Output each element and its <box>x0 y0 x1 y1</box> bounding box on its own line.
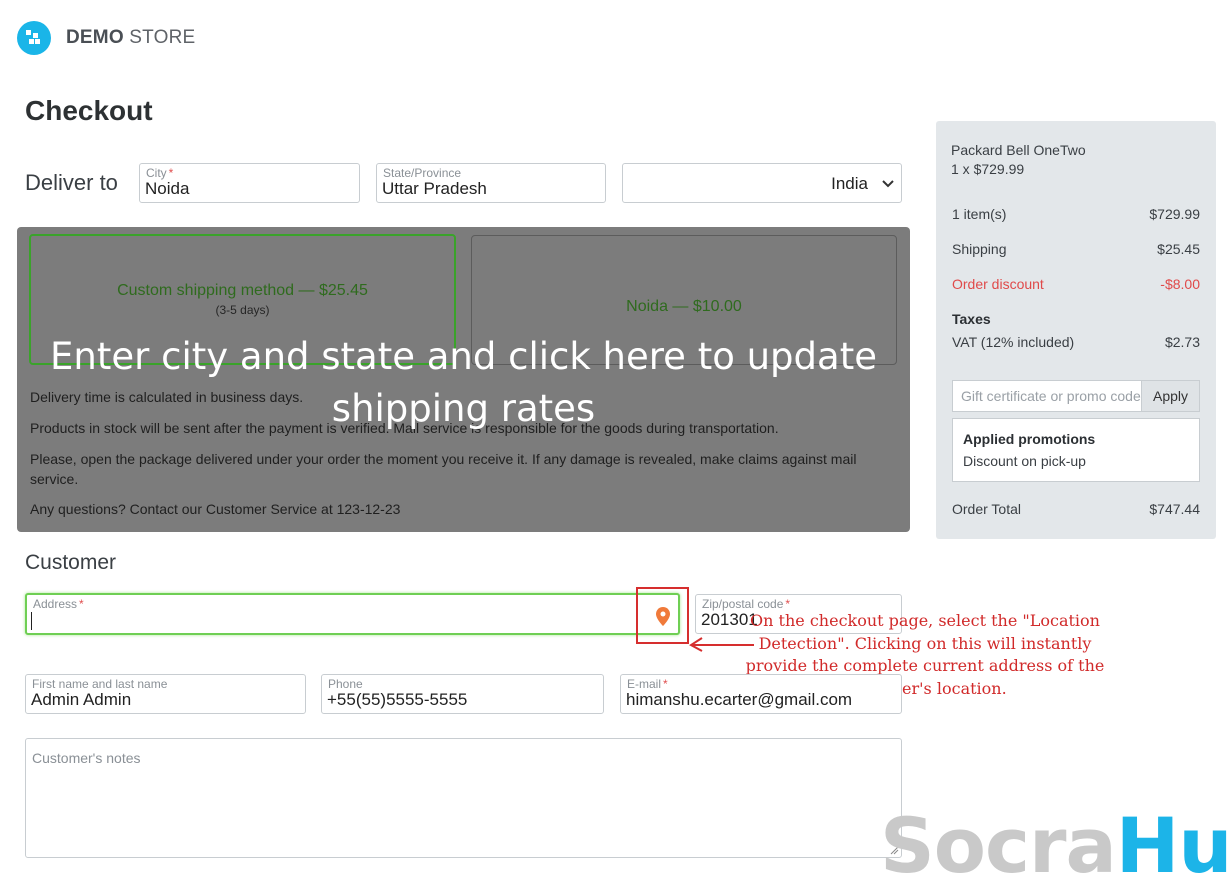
name-label: First name and last name <box>32 677 168 691</box>
city-label: City * <box>146 166 174 180</box>
shipping-method-name: Noida — $10.00 <box>626 298 742 315</box>
taxes-heading: Taxes <box>952 311 991 327</box>
store-logo-text[interactable]: DEMO STORE <box>66 27 195 49</box>
chevron-down-icon <box>882 180 894 188</box>
phone-field[interactable]: Phone +55(55)5555-5555 <box>321 674 604 714</box>
product-name[interactable]: Packard Bell OneTwo <box>951 142 1200 158</box>
applied-promotions: Applied promotions Discount on pick-up <box>952 418 1200 482</box>
shipping-row: Shipping $25.45 <box>952 241 1200 257</box>
shipping-note: Any questions? Contact our Customer Serv… <box>30 501 401 517</box>
socrahub-watermark: SocraHub <box>880 801 1231 890</box>
country-value: India <box>831 174 868 193</box>
city-field[interactable]: City * Noida <box>139 163 360 203</box>
applied-promotions-title: Applied promotions <box>963 431 1096 447</box>
promo-code-group: Gift certificate or promo code Apply <box>952 380 1200 412</box>
state-field[interactable]: State/Province Uttar Pradesh <box>376 163 606 203</box>
name-field[interactable]: First name and last name Admin Admin <box>25 674 306 714</box>
name-value: Admin Admin <box>31 690 132 709</box>
customer-notes-placeholder: Customer's notes <box>32 750 141 766</box>
zip-label: Zip/postal code * <box>702 597 791 611</box>
phone-label: Phone <box>328 677 363 691</box>
shipping-rates-overlay[interactable]: Custom shipping method — $25.45 (3-5 day… <box>17 227 910 532</box>
logo-light: STORE <box>129 27 196 48</box>
shipping-method-sub: (3-5 days) <box>215 303 270 317</box>
country-select[interactable]: India <box>622 163 902 203</box>
logo-bold: DEMO <box>66 27 124 48</box>
discount-row: Order discount -$8.00 <box>952 276 1200 292</box>
vat-row: VAT (12% included) $2.73 <box>952 334 1200 350</box>
location-detection-highlight <box>636 587 689 644</box>
address-label: Address * <box>33 597 84 611</box>
apply-button[interactable]: Apply <box>1141 381 1199 411</box>
email-value: himanshu.ecarter@gmail.com <box>626 690 853 709</box>
items-row: 1 item(s) $729.99 <box>952 206 1200 222</box>
shipping-method-name: Custom shipping method — $25.45 <box>117 282 368 299</box>
order-summary: Packard Bell OneTwo 1 x $729.99 1 item(s… <box>936 121 1216 539</box>
product-quantity: 1 x $729.99 <box>951 161 1025 177</box>
state-label: State/Province <box>383 166 462 180</box>
store-logo-icon[interactable] <box>17 21 51 55</box>
page-title: Checkout <box>25 95 153 126</box>
update-shipping-rates-message[interactable]: Enter city and state and click here to u… <box>17 331 910 435</box>
email-field[interactable]: E-mail * himanshu.ecarter@gmail.com <box>620 674 902 714</box>
applied-promotion-item: Discount on pick-up <box>963 453 1086 469</box>
customer-section-title: Customer <box>25 551 117 574</box>
phone-value: +55(55)5555-5555 <box>327 690 468 709</box>
shipping-note: Please, open the package delivered under… <box>30 451 857 487</box>
city-value: Noida <box>145 179 190 198</box>
text-cursor <box>31 612 32 630</box>
state-value: Uttar Pradesh <box>382 179 487 198</box>
deliver-to-label: Deliver to <box>25 170 118 195</box>
address-field[interactable]: Address * <box>25 593 680 635</box>
email-label: E-mail * <box>627 677 668 691</box>
customer-notes-field[interactable]: Customer's notes <box>25 738 902 858</box>
promo-code-input[interactable]: Gift certificate or promo code <box>961 388 1141 404</box>
order-total-row: Order Total $747.44 <box>952 501 1200 517</box>
